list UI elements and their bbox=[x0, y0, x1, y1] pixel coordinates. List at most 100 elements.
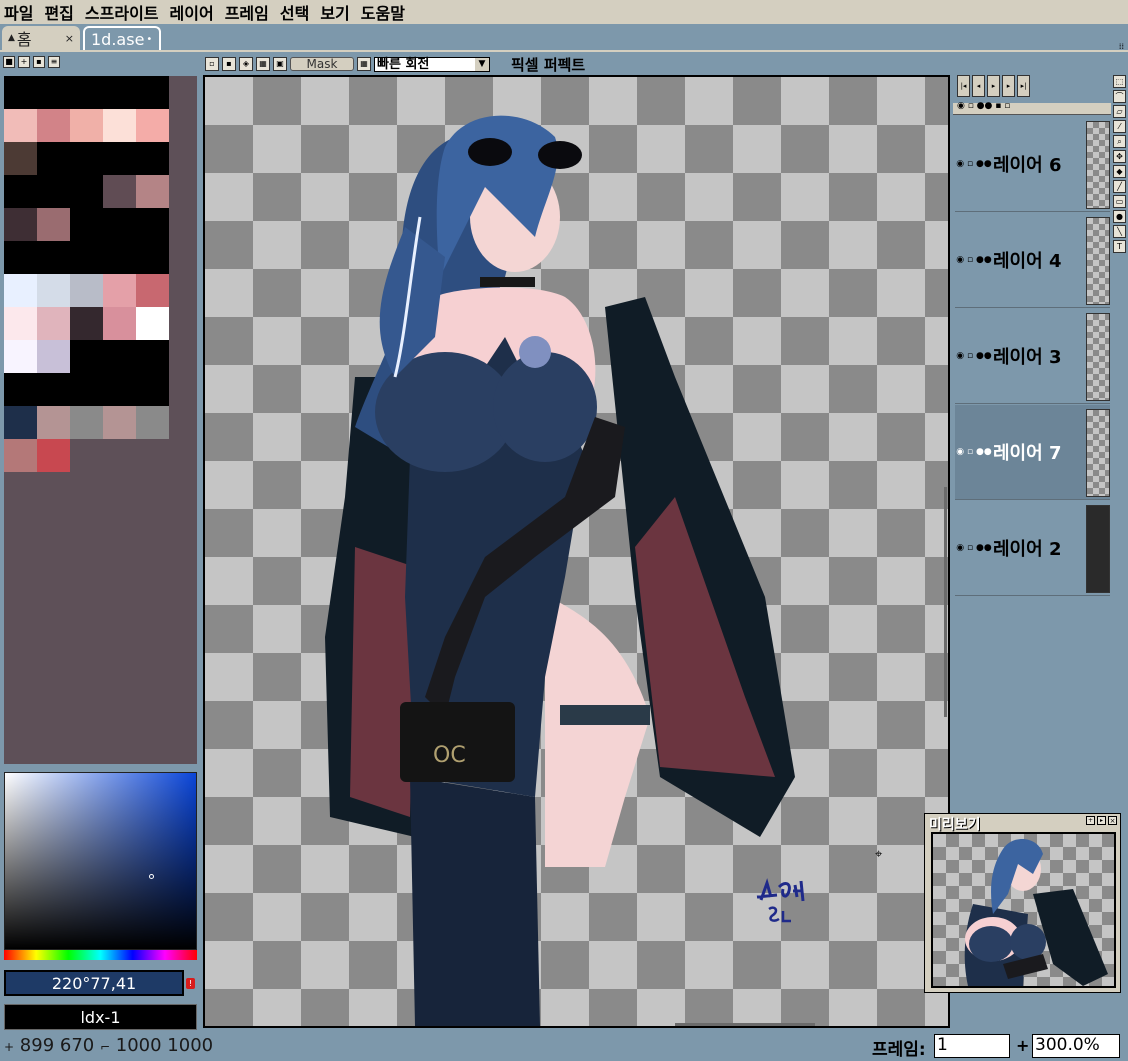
layer-row[interactable]: ◉ ▫ ●● 레이어 3 bbox=[955, 309, 1110, 404]
palette-swatch[interactable] bbox=[4, 373, 37, 406]
rectangle-tool-icon[interactable]: ▭ bbox=[1113, 195, 1126, 208]
tab-file[interactable]: 1d.ase • bbox=[83, 26, 161, 50]
palette-swatch[interactable] bbox=[37, 76, 70, 109]
palette-swatch[interactable] bbox=[4, 307, 37, 340]
zoom-plus-icon[interactable]: + bbox=[1016, 1036, 1029, 1055]
palette-swatch[interactable] bbox=[37, 241, 70, 274]
palette-grid[interactable] bbox=[4, 76, 197, 764]
palette-swatch[interactable] bbox=[136, 340, 169, 373]
palette-swatch[interactable] bbox=[136, 373, 169, 406]
color-value-field[interactable]: 220°77,41 bbox=[4, 970, 184, 996]
tab-home[interactable]: ▲ 홈 × bbox=[2, 26, 80, 50]
line-tool-icon[interactable]: ╱ bbox=[1113, 180, 1126, 193]
sprite-canvas[interactable]: OC ⌖ bbox=[203, 75, 950, 1028]
mask-button[interactable]: Mask bbox=[290, 57, 354, 71]
palette-swatch[interactable] bbox=[70, 340, 103, 373]
palette-swatch[interactable] bbox=[70, 241, 103, 274]
palette-swatch[interactable] bbox=[37, 307, 70, 340]
marquee-tool-icon[interactable]: ⬚ bbox=[1113, 75, 1126, 88]
layer-visibility-icon[interactable]: ◉ ▫ ●● bbox=[955, 351, 993, 361]
grid-pivot-icon[interactable]: ▦ bbox=[256, 57, 270, 71]
palette-swatch[interactable] bbox=[136, 142, 169, 175]
palette-swatch[interactable] bbox=[37, 109, 70, 142]
hue-slider[interactable] bbox=[4, 950, 197, 960]
frame-input[interactable]: 1 bbox=[934, 1034, 1010, 1058]
blur-tool-icon[interactable]: ╲ bbox=[1113, 225, 1126, 238]
tab-menu-icon[interactable]: ⁞⁞ bbox=[1119, 42, 1124, 51]
palette-swatch[interactable] bbox=[70, 208, 103, 241]
zoom-tool-icon[interactable]: ⌕ bbox=[1113, 135, 1126, 148]
color-picker-cursor[interactable] bbox=[149, 874, 154, 879]
lasso-tool-icon[interactable]: ⌒ bbox=[1113, 90, 1126, 103]
rotation-algorithm-select[interactable]: 빠른 회전 ▼ bbox=[374, 56, 490, 72]
palette-swatch[interactable] bbox=[103, 175, 136, 208]
palette-swatch[interactable] bbox=[103, 142, 136, 175]
close-icon[interactable]: × bbox=[1108, 816, 1117, 825]
palette-swatch[interactable] bbox=[136, 208, 169, 241]
palette-swatch[interactable] bbox=[136, 175, 169, 208]
menu-edit[interactable]: 편집 bbox=[44, 0, 73, 24]
palette-swatch[interactable] bbox=[4, 109, 37, 142]
palette-swatch[interactable] bbox=[4, 208, 37, 241]
palette-swatch[interactable] bbox=[136, 76, 169, 109]
palette-swatch[interactable] bbox=[136, 307, 169, 340]
palette-swatch[interactable] bbox=[4, 340, 37, 373]
layer-thumbnail[interactable] bbox=[1086, 121, 1110, 209]
layer-row[interactable]: ◉ ▫ ●● 레이어 2 bbox=[955, 501, 1110, 596]
menu-sprite[interactable]: 스프라이트 bbox=[85, 0, 159, 24]
layer-visibility-icon[interactable]: ◉ ▫ ●● bbox=[955, 255, 993, 265]
palette-swatch[interactable] bbox=[4, 175, 37, 208]
menu-frame[interactable]: 프레임 bbox=[225, 0, 269, 24]
opaque-bg-icon[interactable]: ▪ bbox=[222, 57, 236, 71]
palette-swatch[interactable] bbox=[103, 307, 136, 340]
fill-tool-icon[interactable]: ◆ bbox=[1113, 165, 1126, 178]
palette-swatch[interactable] bbox=[136, 274, 169, 307]
palette-swatch[interactable] bbox=[37, 142, 70, 175]
first-frame-icon[interactable]: |◂ bbox=[957, 75, 970, 97]
palette-sort-icon[interactable]: ▪ bbox=[33, 56, 45, 68]
palette-swatch[interactable] bbox=[4, 274, 37, 307]
play-icon[interactable]: ▸ bbox=[987, 75, 1000, 97]
eraser-tool-icon[interactable]: ▱ bbox=[1113, 105, 1126, 118]
palette-swatch[interactable] bbox=[37, 274, 70, 307]
palette-swatch[interactable] bbox=[70, 142, 103, 175]
palette-swatch[interactable] bbox=[70, 406, 103, 439]
palette-swatch[interactable] bbox=[103, 109, 136, 142]
palette-swatch[interactable] bbox=[103, 274, 136, 307]
palette-swatch[interactable] bbox=[4, 406, 37, 439]
palette-swatch[interactable] bbox=[70, 76, 103, 109]
layer-visibility-icon[interactable]: ◉ ▫ ●● bbox=[955, 159, 993, 169]
palette-swatch[interactable] bbox=[136, 109, 169, 142]
select-mode-icon[interactable]: ▣ bbox=[273, 57, 287, 71]
layer-thumbnail[interactable] bbox=[1086, 409, 1110, 497]
color-picker-area[interactable] bbox=[4, 772, 197, 950]
palette-swatch[interactable] bbox=[4, 142, 37, 175]
prev-frame-icon[interactable]: ◂ bbox=[972, 75, 985, 97]
horizontal-scrollbar[interactable] bbox=[675, 1023, 815, 1026]
palette-swatch[interactable] bbox=[70, 109, 103, 142]
close-icon[interactable]: × bbox=[65, 32, 74, 45]
palette-swatch[interactable] bbox=[4, 439, 37, 472]
layer-row[interactable]: ◉ ▫ ●● 레이어 6 bbox=[955, 117, 1110, 212]
palette-swatch[interactable] bbox=[103, 241, 136, 274]
menu-select[interactable]: 선택 bbox=[280, 0, 309, 24]
palette-swatch[interactable] bbox=[103, 406, 136, 439]
palette-swatch[interactable] bbox=[70, 175, 103, 208]
play-icon[interactable]: ▸ bbox=[1097, 816, 1106, 825]
palette-menu-icon[interactable]: ≡ bbox=[48, 56, 60, 68]
menu-layer[interactable]: 레이어 bbox=[170, 0, 214, 24]
transparent-bg-icon[interactable]: ▫ bbox=[205, 57, 219, 71]
rotation-pivot-icon[interactable]: ▦ bbox=[357, 57, 371, 71]
lock-icon[interactable]: ■ bbox=[3, 56, 15, 68]
palette-swatch[interactable] bbox=[70, 307, 103, 340]
layer-thumbnail[interactable] bbox=[1086, 505, 1110, 593]
layer-row[interactable]: ◉ ▫ ●● 레이어 4 bbox=[955, 213, 1110, 308]
visibility-header-icon[interactable]: ◉ ▫ ●● ▪ ▫ bbox=[957, 101, 1010, 111]
palette-swatch[interactable] bbox=[136, 406, 169, 439]
palette-swatch[interactable] bbox=[37, 340, 70, 373]
layer-visibility-icon[interactable]: ◉ ▫ ●● bbox=[955, 543, 993, 553]
palette-swatch[interactable] bbox=[70, 373, 103, 406]
palette-swatch[interactable] bbox=[37, 208, 70, 241]
vertical-scrollbar[interactable] bbox=[944, 487, 947, 717]
menu-view[interactable]: 보기 bbox=[320, 0, 349, 24]
